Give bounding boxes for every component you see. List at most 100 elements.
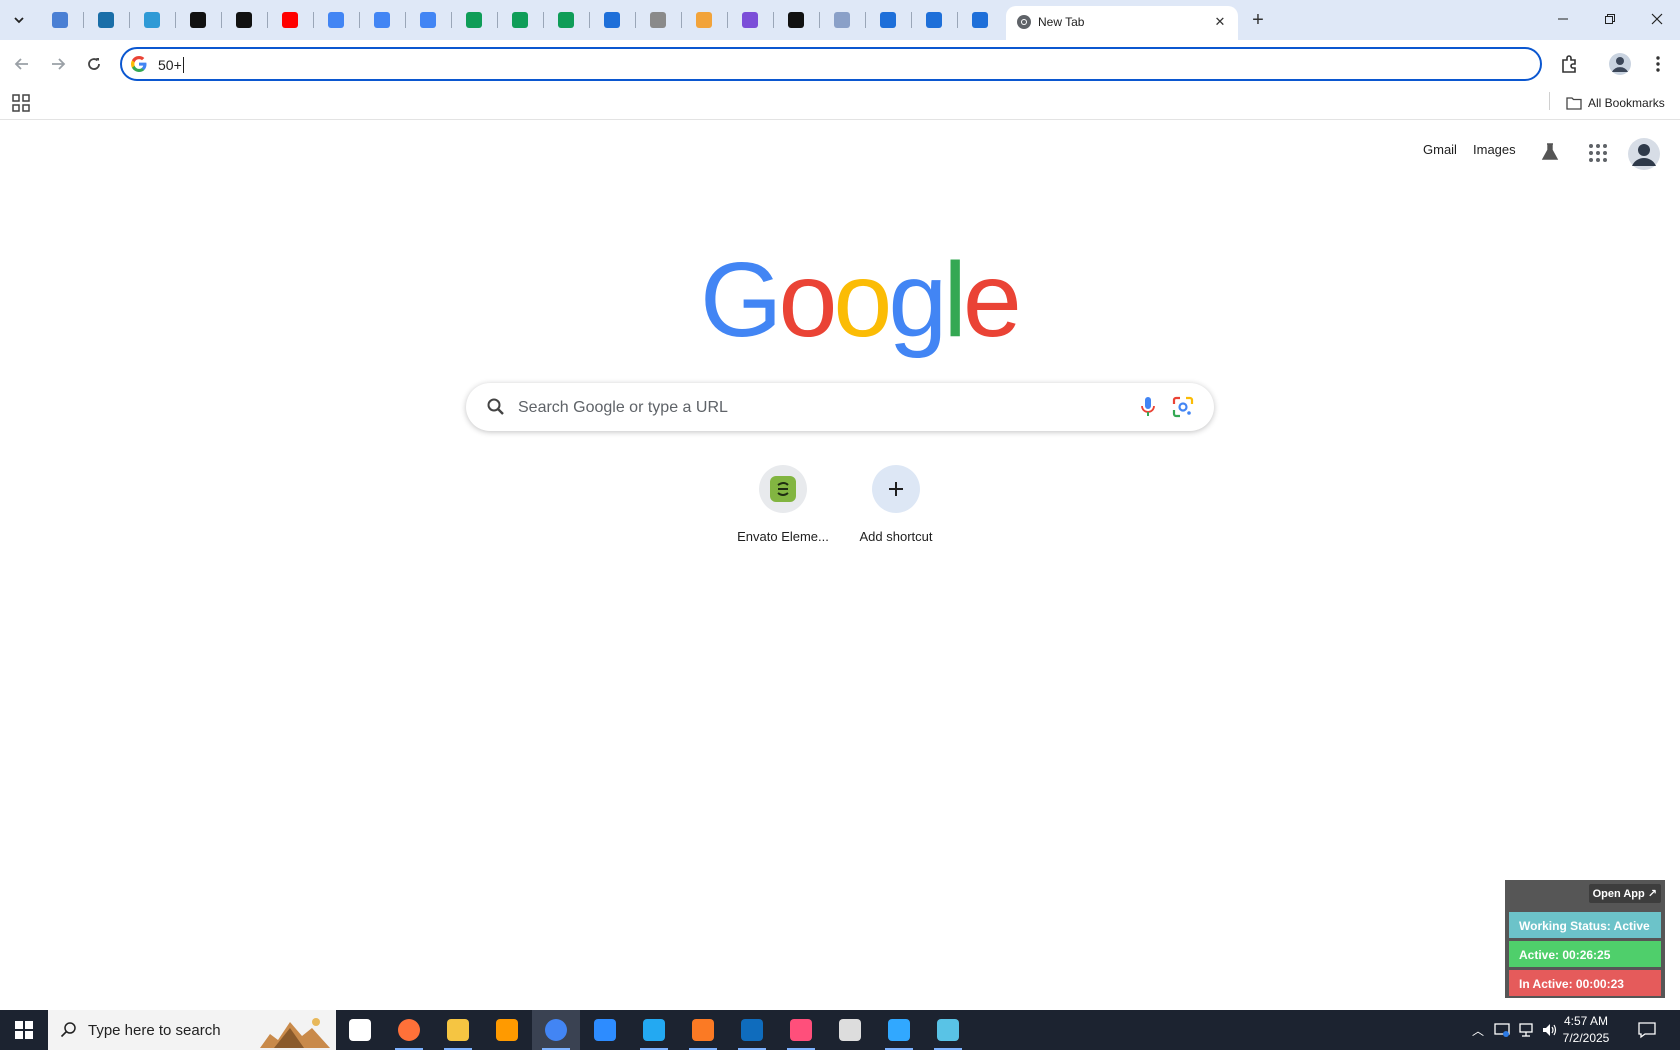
tab-separator — [175, 12, 176, 28]
mailchimp-app-icon — [604, 12, 620, 28]
taskbar-search-box[interactable]: Type here to search — [48, 1010, 336, 1050]
taskbar-app[interactable] — [385, 1010, 433, 1050]
taskbar-app[interactable] — [875, 1010, 923, 1050]
taskbar-app[interactable] — [336, 1010, 384, 1050]
chrome-menu-button[interactable] — [1646, 52, 1670, 76]
close-tab-icon[interactable]: ✕ — [1210, 12, 1230, 32]
start-button[interactable] — [0, 1010, 48, 1050]
shortcut-envato[interactable]: Envato Eleme... — [727, 465, 839, 555]
images-link[interactable]: Images — [1473, 142, 1516, 157]
google-lens-icon[interactable] — [1172, 396, 1194, 418]
bolt-app-icon — [236, 12, 252, 28]
chevron-down-icon — [14, 17, 24, 24]
pinned-tab[interactable] — [362, 6, 402, 34]
taskbar-app[interactable] — [826, 1010, 874, 1050]
taskbar-app[interactable] — [434, 1010, 482, 1050]
tab-separator — [83, 12, 84, 28]
google-sheets-icon — [512, 12, 528, 28]
pinned-tab[interactable] — [730, 6, 770, 34]
tab-separator — [865, 12, 866, 28]
outlook-icon — [741, 1019, 763, 1041]
logo-letter: e — [962, 241, 1022, 359]
taskbar-app[interactable] — [532, 1010, 580, 1050]
ntp-search-box[interactable]: Search Google or type a URL — [466, 383, 1214, 431]
tab-new-tab[interactable]: New Tab ✕ — [1006, 6, 1238, 40]
toolbar: 50+ — [0, 40, 1680, 88]
network-icon[interactable] — [1517, 1021, 1535, 1039]
reload-button[interactable] — [80, 50, 108, 78]
security-icon[interactable] — [1493, 1021, 1511, 1039]
shortcut-add[interactable]: Add shortcut — [840, 465, 952, 555]
firefox-icon — [398, 1019, 420, 1041]
pinned-tab[interactable] — [454, 6, 494, 34]
taskbar-app[interactable] — [483, 1010, 531, 1050]
taskbar-search-placeholder: Type here to search — [88, 1022, 221, 1039]
youtube-icon — [282, 12, 298, 28]
tab-separator — [313, 12, 314, 28]
tab-separator — [957, 12, 958, 28]
close-window-button[interactable] — [1634, 0, 1680, 38]
taskbar-app[interactable] — [728, 1010, 776, 1050]
apps-grid-icon[interactable] — [10, 92, 32, 114]
pinned-tab[interactable] — [40, 6, 80, 34]
pinned-tab[interactable] — [914, 6, 954, 34]
code-braces-icon — [742, 12, 758, 28]
notification-center-icon[interactable] — [1637, 1020, 1657, 1040]
pinned-tab[interactable] — [500, 6, 540, 34]
qr-app-icon — [834, 12, 850, 28]
pinned-tab[interactable] — [270, 6, 310, 34]
google-forms-icon — [926, 12, 942, 28]
pinned-tab[interactable] — [546, 6, 586, 34]
open-app-button[interactable]: Open App ↗ — [1588, 884, 1661, 903]
forward-button[interactable] — [44, 50, 72, 78]
all-bookmarks-label: All Bookmarks — [1588, 96, 1665, 110]
illustrator-icon — [496, 1019, 518, 1041]
pinned-tab[interactable] — [638, 6, 678, 34]
tray-overflow-icon[interactable]: ︿ — [1469, 1021, 1487, 1039]
labs-button[interactable] — [1540, 142, 1562, 164]
tab-search-button[interactable] — [6, 7, 32, 33]
pinned-tab[interactable] — [868, 6, 908, 34]
pinned-tab[interactable] — [776, 6, 816, 34]
pinned-tab[interactable] — [132, 6, 172, 34]
all-bookmarks-button[interactable]: All Bookmarks — [1566, 92, 1665, 114]
taskbar-app[interactable] — [581, 1010, 629, 1050]
pinned-tab[interactable] — [592, 6, 632, 34]
creative-cloud-icon — [790, 1019, 812, 1041]
pinned-tab[interactable] — [960, 6, 1000, 34]
photoshop-icon — [888, 1019, 910, 1041]
account-avatar[interactable] — [1628, 138, 1660, 170]
taskbar-app[interactable] — [679, 1010, 727, 1050]
avatar-icon — [1628, 138, 1660, 170]
globe-blue-icon — [52, 12, 68, 28]
pinned-tab[interactable] — [316, 6, 356, 34]
system-clock[interactable]: 4:57 AM 7/2/2025 — [1556, 1013, 1616, 1047]
tab-separator — [497, 12, 498, 28]
working-status-badge: Working Status: Active — [1509, 912, 1661, 938]
pinned-tab[interactable] — [684, 6, 724, 34]
taskbar-app[interactable] — [924, 1010, 972, 1050]
extensions-button[interactable] — [1557, 52, 1581, 76]
google-apps-button[interactable] — [1588, 143, 1610, 165]
taskbar-app[interactable] — [630, 1010, 678, 1050]
pinned-tab[interactable] — [224, 6, 264, 34]
windows-icon — [15, 1021, 33, 1039]
restore-button[interactable] — [1587, 0, 1633, 38]
logo-letter: g — [888, 241, 947, 359]
folder-icon — [1566, 97, 1582, 110]
profile-button[interactable] — [1608, 52, 1632, 76]
voice-search-icon[interactable] — [1140, 396, 1156, 418]
back-button[interactable] — [8, 50, 36, 78]
gmail-link[interactable]: Gmail — [1423, 142, 1457, 157]
new-tab-button[interactable]: + — [1246, 8, 1270, 32]
pinned-tab[interactable] — [86, 6, 126, 34]
taskbar-app[interactable] — [777, 1010, 825, 1050]
pinned-tab[interactable] — [178, 6, 218, 34]
hex-app-icon — [937, 1019, 959, 1041]
minimize-button[interactable] — [1540, 0, 1586, 38]
minimize-icon — [1558, 18, 1568, 20]
pinned-tab[interactable] — [408, 6, 448, 34]
pinned-tab[interactable] — [822, 6, 862, 34]
address-bar[interactable]: 50+ — [120, 47, 1542, 81]
divider — [1549, 92, 1550, 110]
